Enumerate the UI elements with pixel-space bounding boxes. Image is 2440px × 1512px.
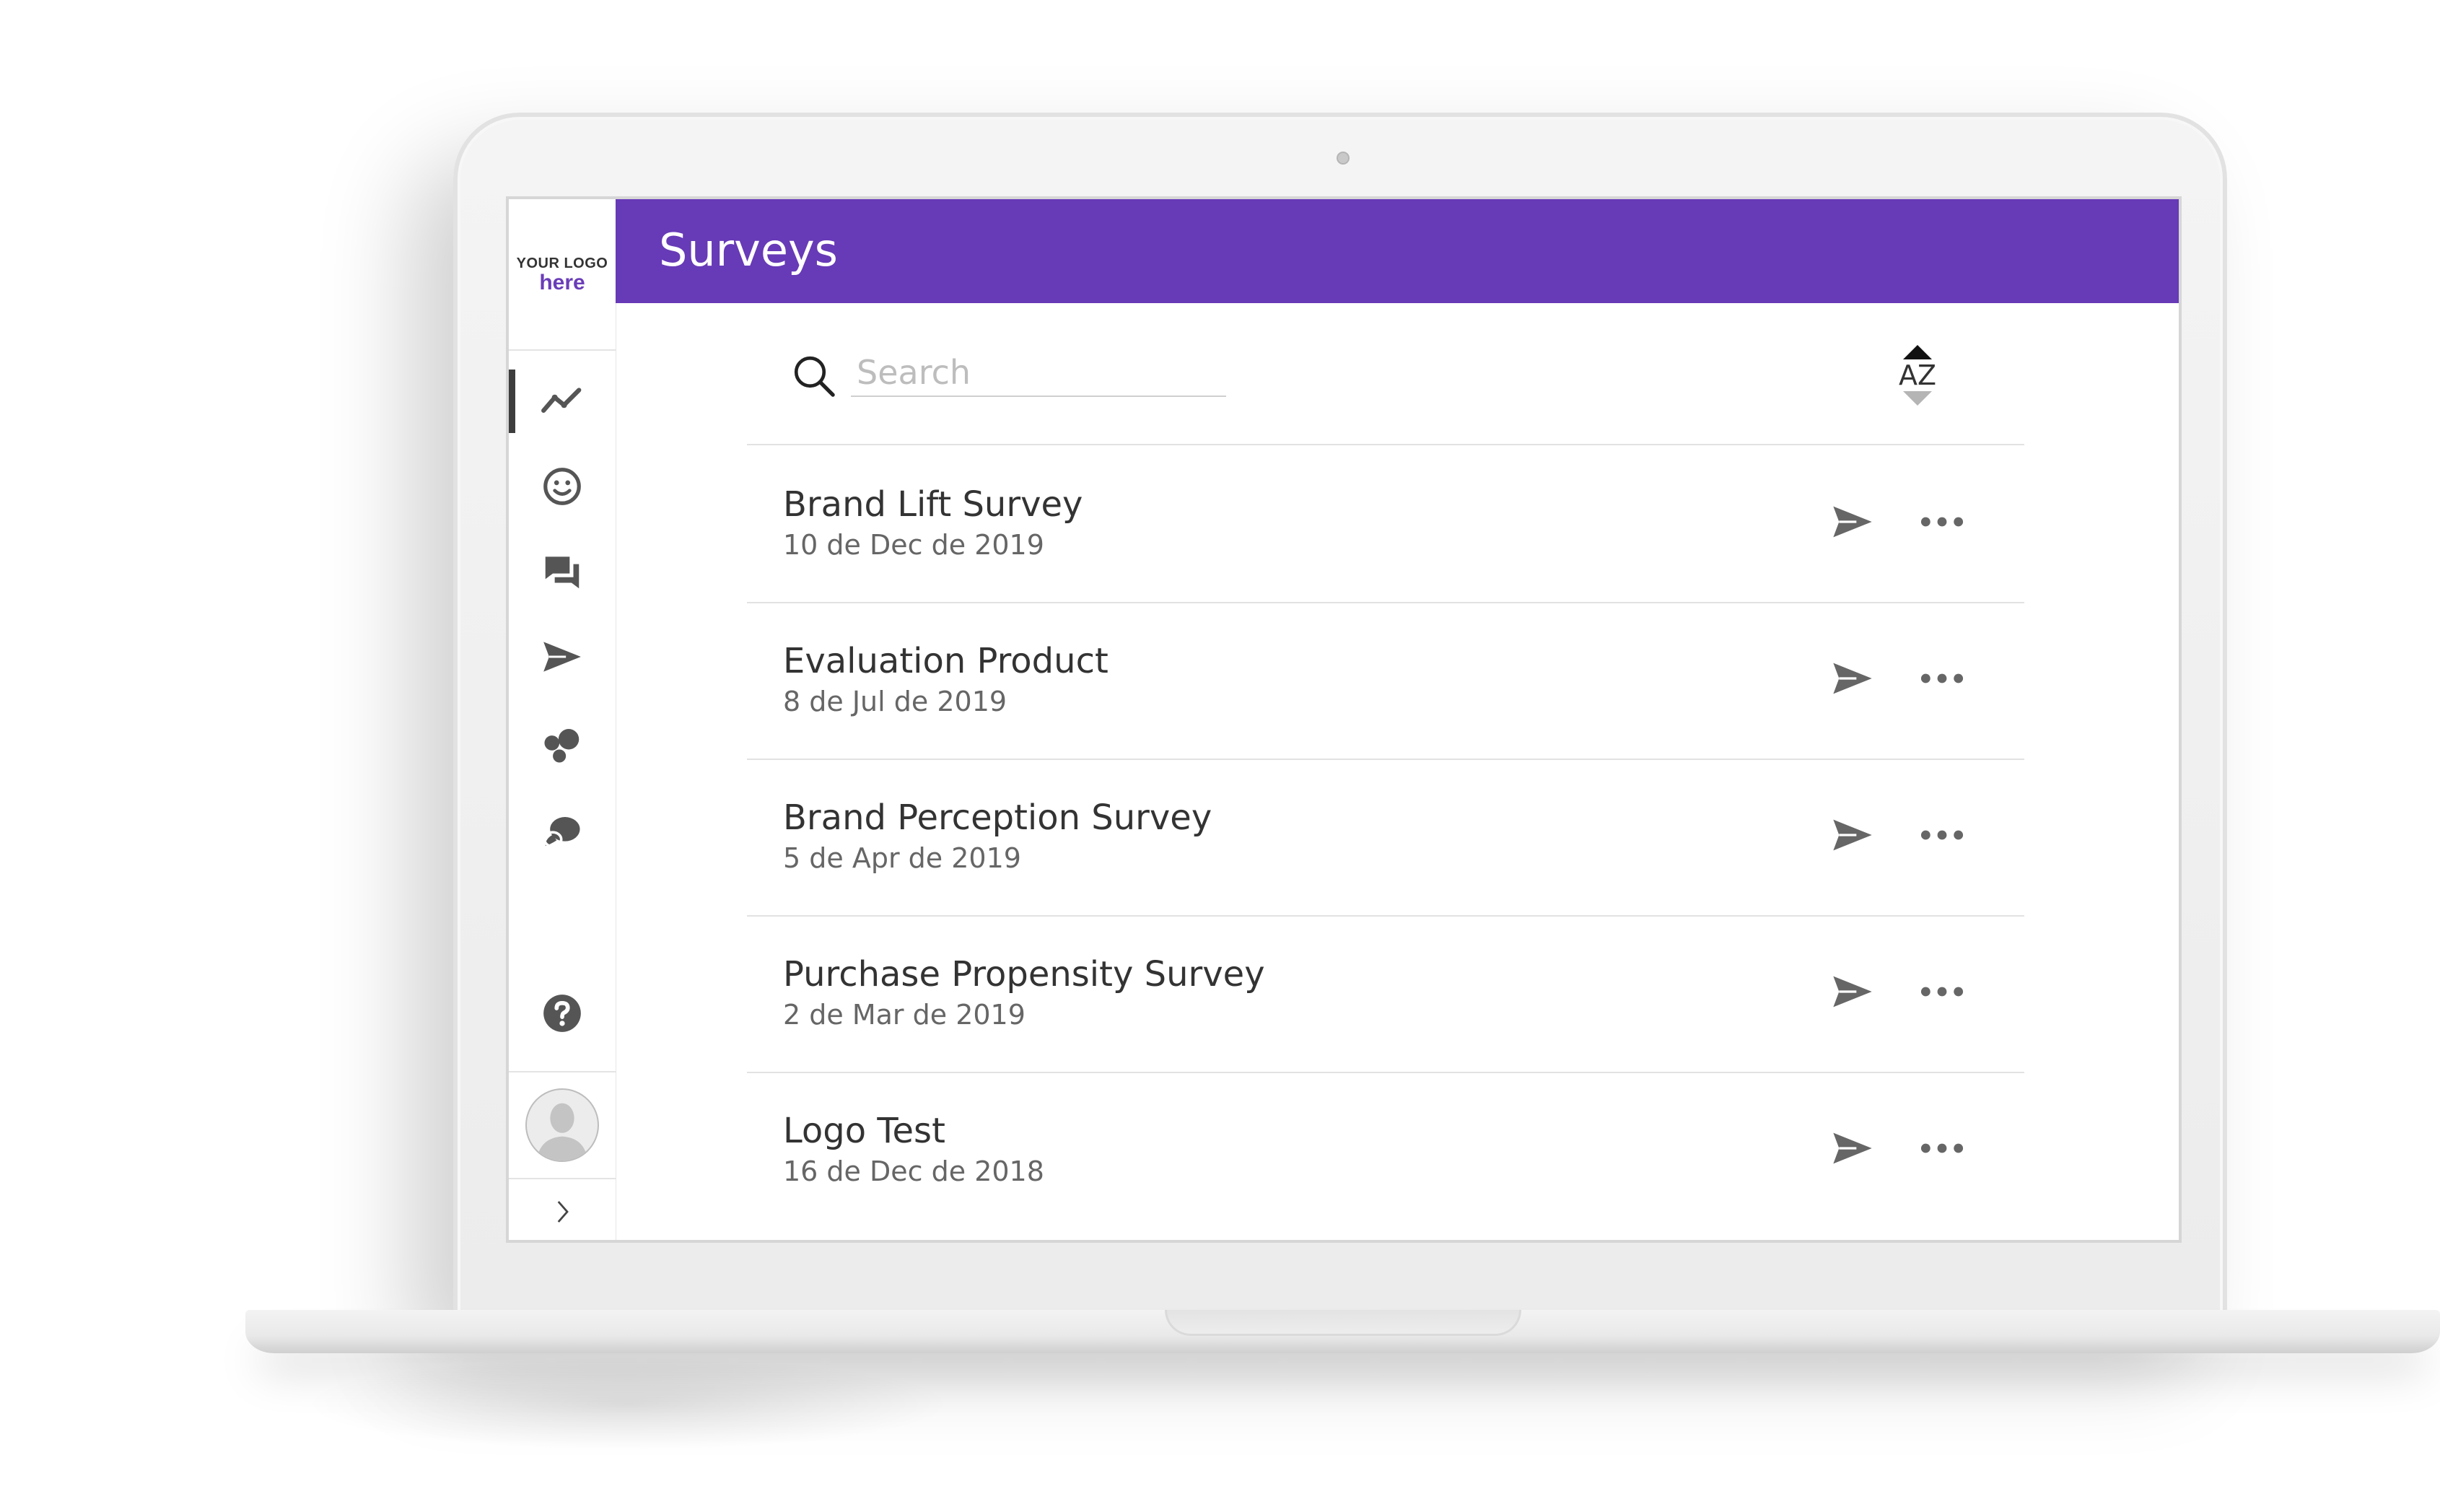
- sidebar: YOUR LOGO here: [509, 199, 616, 1240]
- user-avatar-container[interactable]: [509, 1071, 616, 1179]
- more-options-icon[interactable]: [1916, 969, 1968, 1015]
- sidebar-item-conversations[interactable]: [509, 798, 616, 868]
- page-title: Surveys: [659, 224, 838, 276]
- app-header: Surveys: [616, 199, 2179, 303]
- logo-line2: here: [539, 270, 585, 294]
- sidebar-item-groups[interactable]: [509, 710, 616, 779]
- laptop-notch: [1165, 1310, 1521, 1336]
- expand-sidebar-button[interactable]: [509, 1178, 616, 1240]
- trend-line-icon: [541, 388, 582, 414]
- chat-icon: [545, 556, 580, 589]
- search-icon[interactable]: [790, 352, 838, 400]
- send-icon[interactable]: [1829, 499, 1876, 545]
- logo[interactable]: YOUR LOGO here: [509, 199, 616, 351]
- search-bar: AZ: [747, 303, 2024, 445]
- smiley-icon: [543, 468, 581, 505]
- bubbles-icon: [544, 729, 580, 763]
- sidebar-item-chat[interactable]: [509, 537, 616, 606]
- speech-bubbles-icon: [543, 817, 580, 848]
- more-options-icon[interactable]: [1916, 655, 1968, 702]
- survey-title[interactable]: Logo Test: [783, 1111, 945, 1151]
- survey-row[interactable]: Brand Lift Survey 10 de Dec de 2019: [747, 445, 2024, 603]
- survey-row[interactable]: Logo Test 16 de Dec de 2018: [747, 1072, 2024, 1228]
- survey-title[interactable]: Purchase Propensity Survey: [783, 954, 1265, 995]
- survey-title[interactable]: Brand Lift Survey: [783, 484, 1083, 525]
- survey-title[interactable]: Brand Perception Survey: [783, 797, 1212, 838]
- send-icon: [543, 642, 581, 672]
- camera-icon: [1337, 152, 1350, 165]
- user-silhouette-icon: [536, 1103, 588, 1161]
- send-icon[interactable]: [1829, 655, 1876, 702]
- search-input[interactable]: [851, 349, 1226, 397]
- sidebar-item-analytics[interactable]: [509, 367, 616, 436]
- more-options-icon[interactable]: [1916, 812, 1968, 858]
- sort-az-button[interactable]: AZ: [1892, 341, 1943, 410]
- more-options-icon[interactable]: [1916, 1125, 1968, 1171]
- survey-row[interactable]: Brand Perception Survey 5 de Apr de 2019: [747, 759, 2024, 917]
- laptop-shadow: [303, 1357, 953, 1451]
- help-icon: [543, 995, 581, 1032]
- sidebar-item-send[interactable]: [509, 622, 616, 691]
- survey-list-panel: AZ Brand Lift Survey 10 de Dec de 2019 E…: [747, 303, 2024, 1240]
- sort-label: AZ: [1898, 359, 1937, 391]
- send-icon[interactable]: [1829, 1125, 1876, 1171]
- survey-title[interactable]: Evaluation Product: [783, 641, 1109, 681]
- survey-date: 16 de Dec de 2018: [783, 1155, 1044, 1187]
- chevron-right-icon: [557, 1201, 569, 1223]
- logo-line1: YOUR LOGO: [516, 255, 608, 271]
- more-options-icon[interactable]: [1916, 499, 1968, 545]
- survey-date: 8 de Jul de 2019: [783, 686, 1007, 717]
- survey-date: 2 de Mar de 2019: [783, 999, 1026, 1031]
- app-screen: YOUR LOGO here Surveys Search AZ Brand L…: [506, 196, 2182, 1243]
- survey-date: 10 de Dec de 2019: [783, 529, 1044, 561]
- avatar: [525, 1088, 599, 1162]
- sidebar-item-sentiment[interactable]: [509, 452, 616, 521]
- send-icon[interactable]: [1829, 969, 1876, 1015]
- help-button[interactable]: [509, 979, 616, 1048]
- send-icon[interactable]: [1829, 812, 1876, 858]
- survey-row[interactable]: Evaluation Product 8 de Jul de 2019: [747, 602, 2024, 760]
- survey-row[interactable]: Purchase Propensity Survey 2 de Mar de 2…: [747, 915, 2024, 1073]
- sort-ascending-icon: [1903, 345, 1932, 359]
- sort-descending-icon: [1903, 391, 1932, 406]
- survey-date: 5 de Apr de 2019: [783, 842, 1021, 874]
